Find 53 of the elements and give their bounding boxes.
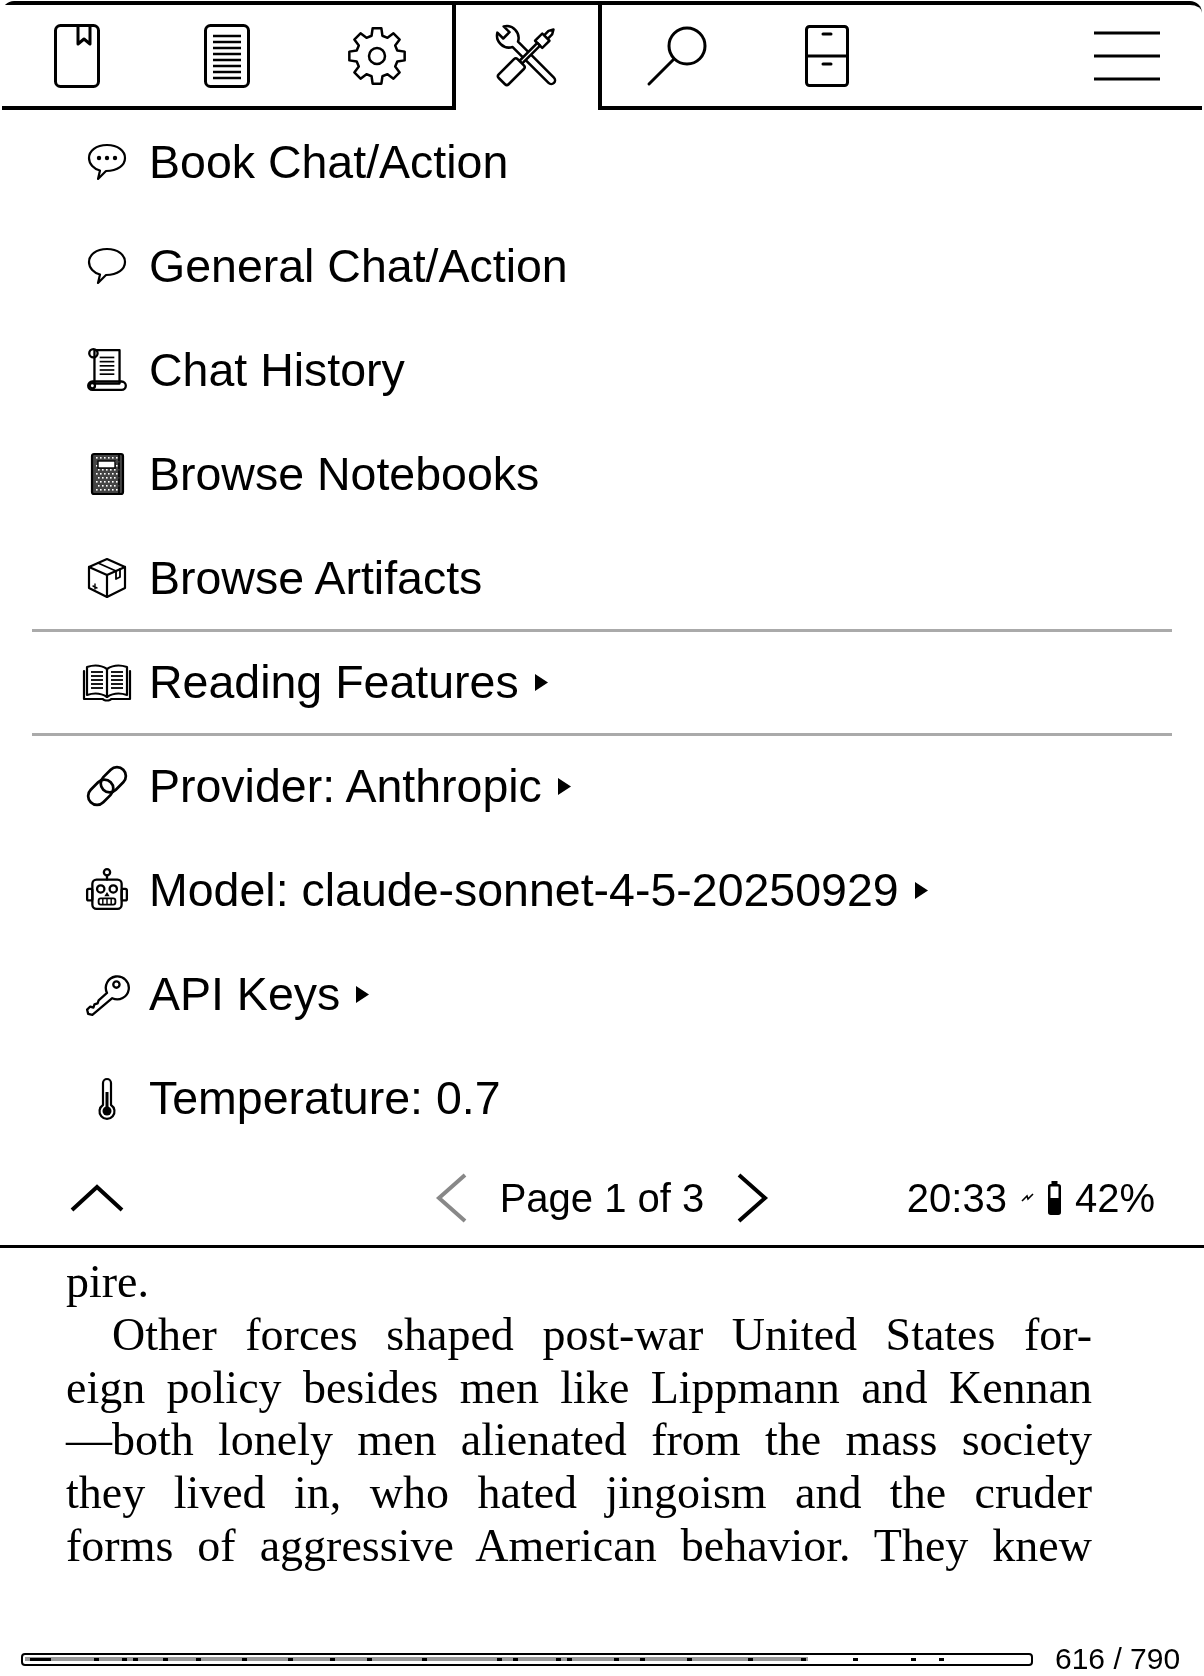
chapter-tick-icon [288,1657,294,1661]
package-icon [85,556,129,600]
clock-time: 20:33 [906,1177,1007,1218]
chapter-tick-icon [366,1657,372,1661]
menu-item[interactable]: Provider: Anthropic [0,734,1204,838]
chapter-tick-icon [241,1657,247,1661]
scroll-icon [84,347,130,393]
document-icon [204,23,250,88]
search-icon [646,24,708,87]
book-paragraph: Other forces shaped post-war United States for- eign policy besides men like Lippmann and Kennan —both lonely men alienated from the mass society they lived in, who hated jingoism and the cruder forms of aggressive American behavior. They knew [66,1308,1092,1573]
chapter-tick-icon [639,1657,645,1661]
position-marker-icon [30,1657,52,1661]
filing-cabinet-icon [805,24,849,87]
battery-percentage: 42% [1074,1177,1155,1218]
chapter-tick-icon [132,1657,138,1661]
menu-item[interactable]: Browse Notebooks [0,422,1204,526]
robot-icon [84,867,130,913]
chapter-tick-icon [330,1657,336,1661]
chapter-tick-icon [93,1657,99,1661]
battery-icon [1047,1180,1061,1215]
menu-item[interactable]: Chat History [0,318,1204,422]
menu-item[interactable]: Browse Artifacts [0,526,1204,630]
chapter-tick-icon [512,1657,518,1661]
chapter-tick-icon [567,1657,573,1661]
book-icon [54,23,100,88]
chapter-tick-icon [939,1657,945,1661]
chain-link-icon [84,763,130,809]
book-paragraph: pire. [66,1256,150,1309]
chapter-tick-icon [613,1657,619,1661]
menu-item[interactable]: Model: claude-sonnet-4-5-20250929 [0,838,1204,942]
chapter-tick-icon [496,1657,502,1661]
menu-icon[interactable] [1094,30,1160,81]
toolbar-tab[interactable] [452,5,602,110]
chapter-tick-icon [852,1657,858,1661]
chapter-tick-icon [163,1657,169,1661]
chapter-tick-icon [422,1657,428,1661]
page-count: 616 / 790 [1055,1644,1181,1674]
chapter-tick-icon [687,1657,693,1661]
chevron-right-icon[interactable] [735,1171,770,1224]
menu-item[interactable]: Reading Features [0,630,1204,734]
menu-item[interactable]: API Keys [0,942,1204,1046]
chapter-tick-icon [801,1657,807,1661]
menu-item[interactable]: Book Chat/Action [0,110,1204,214]
chevron-up-icon[interactable] [70,1183,124,1212]
chapter-tick-icon [747,1657,753,1661]
menu-item[interactable]: Temperature: 0.7 [0,1046,1204,1150]
settings-icon [346,24,408,87]
chapter-tick-icon [196,1657,202,1661]
chapter-tick-icon [556,1657,562,1661]
chapter-tick-icon [911,1657,917,1661]
menu-item[interactable]: General Chat/Action [0,214,1204,318]
page-indicator: Page 1 of 3 [499,1177,705,1218]
chapter-tick-icon [121,1657,127,1661]
